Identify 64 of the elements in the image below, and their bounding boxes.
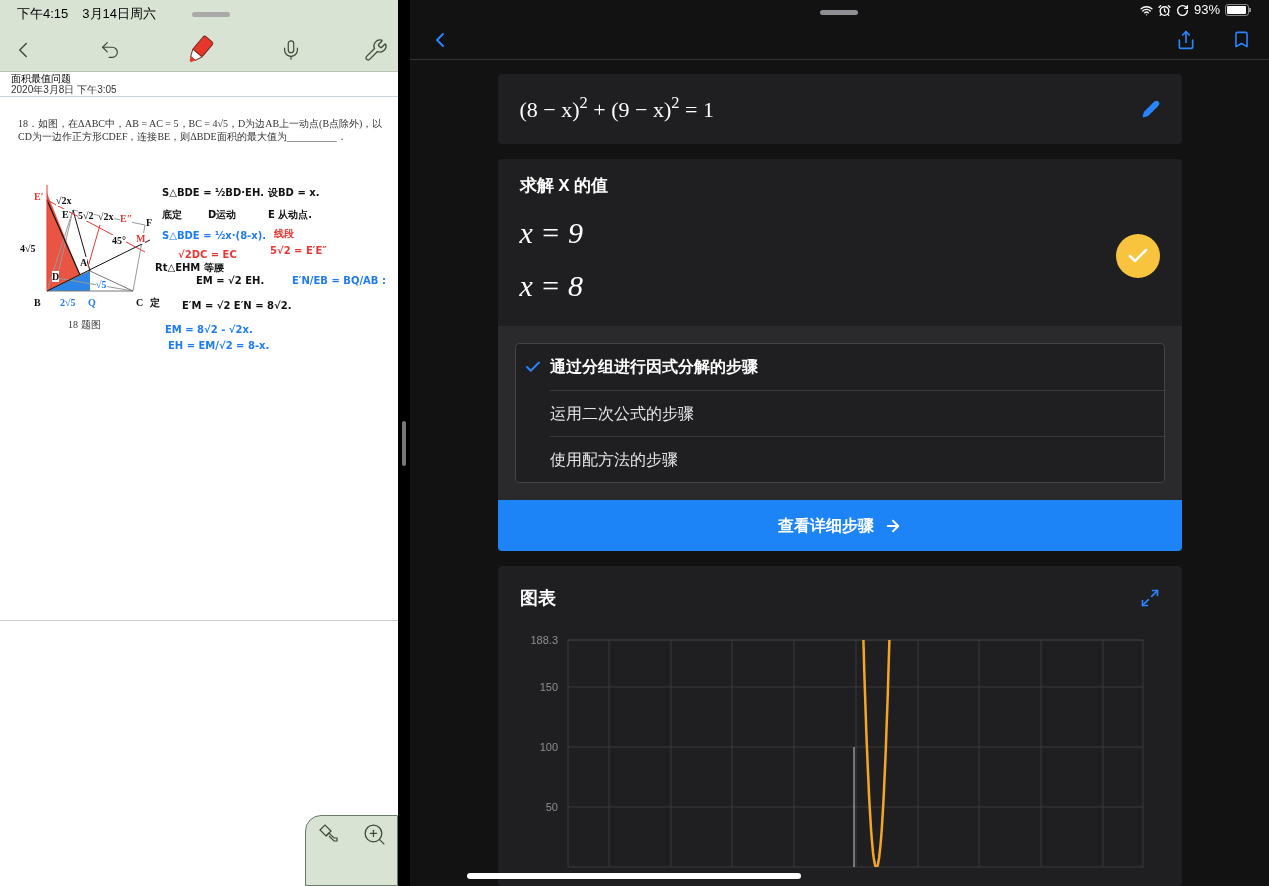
view-steps-button[interactable]: 查看详细步骤 <box>497 500 1182 551</box>
figure-caption: 18 题图 <box>68 318 101 332</box>
solution-answer: x = 9 <box>519 215 585 252</box>
handwritten-note: 5√2 = E′E″ <box>270 244 327 258</box>
status-date: 3月14日周六 <box>82 5 156 24</box>
rotation-lock-icon <box>1175 3 1189 17</box>
handwritten-note: Rt△EHM 等腰 <box>155 261 224 275</box>
handwritten-note: √2DC = EC <box>178 248 237 262</box>
handwritten-note: D运动 <box>208 208 237 222</box>
handwritten-note: 线段 <box>274 227 294 241</box>
note-date: 2020年3月8日 下午3:05 <box>11 84 118 95</box>
handwritten-note: 设BD = x. <box>268 186 320 200</box>
figure-label: 5√2 <box>78 210 94 221</box>
equation-text: (8 − x)$^{2}$ + (9 − x)$^{2}$ = 1 <box>519 92 714 124</box>
figure-label: C <box>136 297 144 308</box>
method-option[interactable]: 通过分组进行因式分解的步骤 <box>515 344 1164 390</box>
figure-label: F <box>146 217 153 228</box>
figure-label: B <box>34 297 41 308</box>
edit-button[interactable] <box>1141 100 1160 118</box>
problem-text: 18．如图，在ΔABC中，AB = AC = 5，BC = 4√5，D为边AB上一动点(B点除外)，以CD为一边作正方形CDEF，连接BE，则ΔBDE面积的最大值为__________． <box>18 117 384 143</box>
y-axis-label: 188.3 <box>529 634 558 646</box>
y-axis-label: 50 <box>545 801 558 813</box>
solution-answer: x = 8 <box>519 268 585 305</box>
figure-label: Q <box>88 297 96 308</box>
handwritten-note: E′N/EB = BQ/AB : <box>292 274 386 288</box>
battery-icon <box>1225 4 1251 17</box>
handwritten-note: EM = 8√2 - √2x. <box>165 323 253 337</box>
zoom-in-button[interactable] <box>361 822 387 847</box>
figure-label: E <box>62 209 69 220</box>
figure-label: 4√5 <box>20 243 36 254</box>
wifi-icon <box>1139 3 1153 17</box>
handwritten-note: S△BDE = ½BD·EH. <box>162 186 265 200</box>
handwritten-note: EM = √2 EH. <box>196 274 265 288</box>
figure-label: √2x <box>98 211 114 222</box>
share-button[interactable] <box>1176 29 1196 50</box>
y-axis-label: 150 <box>539 681 558 693</box>
handwritten-note: 底定 <box>162 208 182 222</box>
figure-label: D <box>52 271 60 282</box>
graph-title: 图表 <box>519 586 556 610</box>
wrench-button[interactable] <box>364 37 388 62</box>
split-handle[interactable] <box>402 420 406 466</box>
alarm-icon <box>1157 3 1171 17</box>
figure-label: 2√5 <box>60 297 76 308</box>
note-title: 面积最值问题 <box>11 73 72 84</box>
figure-label: 定 <box>150 297 160 308</box>
solution-title: 求解 X 的值 <box>519 174 609 197</box>
handwritten-note: E 从动点. <box>268 208 313 222</box>
figure-label: √2x <box>56 195 72 206</box>
status-time: 下午4:15 <box>17 5 69 24</box>
method-option[interactable]: 运用二次公式的步骤 <box>549 390 1164 436</box>
figure-label: 45° <box>112 235 126 246</box>
handwritten-note: S△BDE = ½x·(8-x). <box>162 229 267 243</box>
figure-label: E′ <box>34 191 44 202</box>
figure-label: A <box>80 257 88 268</box>
y-axis-label: 100 <box>539 741 558 753</box>
method-option[interactable]: 使用配方法的步骤 <box>549 436 1164 482</box>
figure-label: M <box>136 233 146 244</box>
bookmark-button[interactable] <box>1232 30 1251 50</box>
figure-label: √5 <box>96 279 107 290</box>
handwritten-note: E′M = √2 E′N = 8√2. <box>182 299 292 313</box>
figure-label: E″ <box>120 213 133 224</box>
expand-button[interactable] <box>1139 588 1160 608</box>
handwritten-note: EH = EM/√2 = 8-x. <box>168 339 270 353</box>
battery-percent: 93% <box>1193 1 1220 20</box>
